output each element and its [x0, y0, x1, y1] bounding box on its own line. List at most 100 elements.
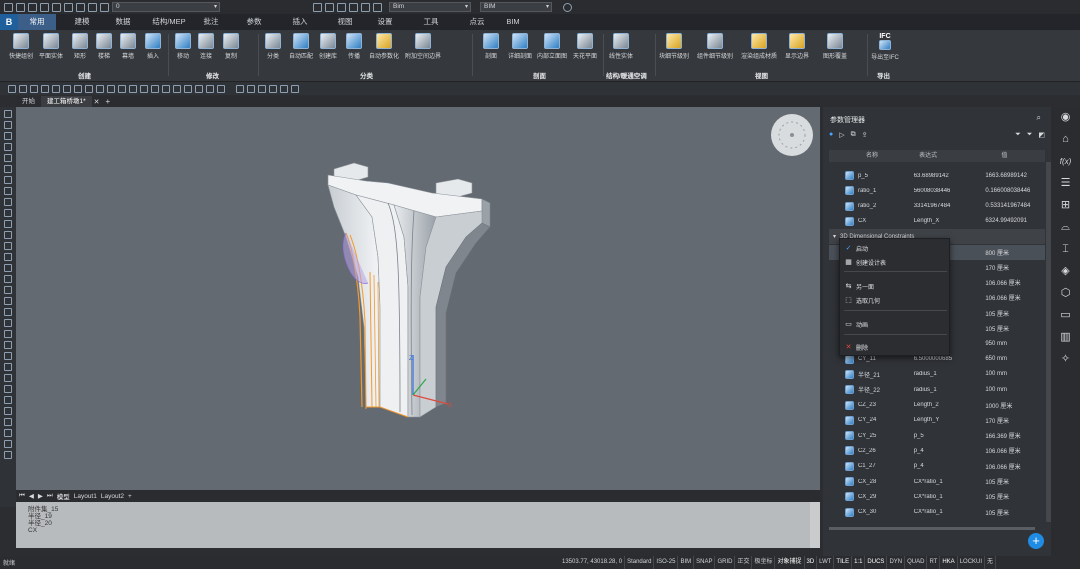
grid-icon[interactable]: ⊞ — [1059, 199, 1072, 212]
tab-pointcloud[interactable]: 点云 — [468, 14, 486, 30]
table-row[interactable]: CX_28 CX*ratio_1 105 厘米 — [829, 474, 1045, 489]
insert-icon[interactable] — [4, 286, 12, 294]
rectangle-icon[interactable] — [4, 198, 12, 206]
status-bim[interactable]: BIM — [678, 556, 695, 569]
fillet-icon[interactable] — [4, 429, 12, 437]
undo-icon[interactable] — [76, 2, 85, 12]
table-row[interactable]: 半径_22 radius_1 100 mm — [829, 382, 1045, 397]
table-row[interactable]: ratio_1 56008038446 0.166008038446 — [829, 183, 1045, 198]
add-parameter-button[interactable]: + — [1028, 533, 1044, 549]
quick-create-button[interactable]: 快捷组创 — [4, 33, 38, 60]
shade-icon[interactable] — [349, 2, 358, 12]
status-ducs[interactable]: DUCS — [865, 556, 888, 569]
cone-icon[interactable] — [4, 132, 12, 140]
status-osnap[interactable]: 对象捕捉 — [775, 556, 805, 569]
status-tile[interactable]: TILE — [834, 556, 853, 569]
new-icon[interactable] — [4, 2, 13, 12]
print-icon[interactable] — [52, 2, 61, 12]
sphere-icon[interactable] — [4, 143, 12, 151]
folder-icon[interactable]: ▭ — [1059, 309, 1072, 322]
table-row[interactable]: C2_26 p_4 106.066 厘米 — [829, 443, 1045, 458]
wire-icon[interactable] — [63, 84, 71, 93]
status-none[interactable]: 无 — [985, 556, 997, 569]
layout-tab-2[interactable]: Layout2 — [101, 493, 124, 500]
view-navigation-wheel[interactable] — [771, 114, 813, 156]
filter-icon[interactable]: ⏷ — [1015, 131, 1021, 141]
model-viewport[interactable]: Z X — [16, 107, 820, 490]
next-page-icon[interactable]: ▶ — [38, 492, 43, 500]
menu-item-create-design-table[interactable]: ▦ 创建设计表 — [845, 258, 886, 267]
status-lockui[interactable]: LOCKUI — [958, 556, 986, 569]
auto-parameterize-button[interactable]: 自动参数化 — [367, 33, 401, 60]
app-logo-icon[interactable]: B — [0, 14, 18, 30]
library-icon[interactable]: ▥ — [1059, 331, 1072, 344]
subtract-icon[interactable] — [4, 385, 12, 393]
intersect-icon[interactable] — [4, 396, 12, 404]
extrude-icon[interactable] — [4, 330, 12, 338]
line-icon[interactable] — [4, 154, 12, 162]
nav-icon[interactable] — [236, 84, 244, 93]
orbit-icon[interactable] — [162, 84, 170, 93]
menu-item-flip[interactable]: ⇆ 另一面 — [845, 282, 874, 291]
status-ortho[interactable]: 正交 — [735, 556, 753, 569]
circle-icon[interactable] — [4, 187, 12, 195]
table-row[interactable]: CY_24 Length_Y 170 厘米 — [829, 413, 1045, 428]
arc-icon[interactable] — [4, 176, 12, 184]
properties-icon[interactable] — [258, 84, 266, 93]
snap-icon[interactable] — [19, 84, 27, 93]
render-icon[interactable] — [96, 84, 104, 93]
table-row[interactable]: CX Length_X 6324.99492091 — [829, 214, 1045, 229]
menu-item-select-geometry[interactable]: ⬚ 选取几何 — [845, 296, 880, 305]
tab-bim[interactable]: BIM — [486, 14, 540, 30]
layer-icon[interactable] — [30, 84, 38, 93]
ceiling-plan-button[interactable]: 天花平面 — [568, 33, 602, 60]
cube-icon[interactable]: ⬡ — [1059, 287, 1072, 300]
measure-icon[interactable] — [173, 84, 181, 93]
zoom-icon[interactable] — [140, 84, 148, 93]
ellipse-icon[interactable] — [4, 231, 12, 239]
export-ifc-button[interactable]: IFC 导出至IFC — [868, 33, 902, 61]
first-page-icon[interactable]: ⏮ — [19, 492, 25, 500]
redo-icon[interactable] — [88, 2, 97, 12]
graphic-override-button[interactable]: 图形覆盖 — [818, 33, 852, 60]
status-scale[interactable]: 1:1 — [852, 556, 866, 569]
ucs-icon[interactable] — [8, 84, 16, 93]
status-standard[interactable]: Standard — [625, 556, 655, 569]
toolpalette-icon[interactable] — [280, 84, 288, 93]
status-rt[interactable]: RT — [927, 556, 941, 569]
union-icon[interactable] — [4, 374, 12, 382]
tab-tools[interactable]: 工具 — [394, 14, 468, 30]
tab-insert[interactable]: 插入 — [286, 14, 314, 30]
status-quad[interactable]: QUAD — [905, 556, 928, 569]
text-icon[interactable] — [217, 84, 225, 93]
shell-icon[interactable] — [4, 418, 12, 426]
spline-icon[interactable] — [4, 220, 12, 228]
workspace-dropdown[interactable]: BIM — [480, 2, 552, 12]
show-boundary-button[interactable]: 显示边界 — [780, 33, 814, 60]
eye-icon[interactable]: ◉ — [1059, 111, 1072, 124]
settings-icon[interactable]: ◩ — [1038, 131, 1045, 141]
attach-space-boundary-button[interactable]: 附加空间边界 — [405, 33, 441, 60]
pan-icon[interactable] — [151, 84, 159, 93]
panel-hscrollbar[interactable] — [829, 527, 1035, 530]
new-param-icon[interactable]: ● — [829, 131, 833, 141]
layers-icon[interactable]: ◈ — [1059, 265, 1072, 278]
add-layout-icon[interactable]: + — [128, 493, 132, 500]
table-row[interactable]: CX_30 CX*ratio_1 105 厘米 — [829, 505, 1045, 520]
propagate-button[interactable]: 传播 — [337, 33, 371, 60]
detail-section-button[interactable]: 详细剖面 — [503, 33, 537, 60]
open-icon[interactable] — [16, 2, 25, 12]
chamfer-icon[interactable] — [4, 440, 12, 448]
dim-icon[interactable] — [4, 264, 12, 272]
last-page-icon[interactable]: ⏭ — [47, 492, 53, 500]
calc-icon[interactable] — [269, 84, 277, 93]
table-icon[interactable] — [4, 297, 12, 305]
status-iso[interactable]: ISO-25 — [654, 556, 679, 569]
text-icon[interactable] — [4, 253, 12, 261]
hidden-icon[interactable] — [74, 84, 82, 93]
interior-elevation-button[interactable]: 内部立面图 — [535, 33, 569, 60]
command-scrollbar[interactable] — [810, 502, 820, 548]
save-as-icon[interactable] — [40, 2, 49, 12]
prev-page-icon[interactable]: ◀ — [29, 492, 34, 500]
table-row[interactable]: ratio_2 33141967484 0.533141967484 — [829, 199, 1045, 214]
